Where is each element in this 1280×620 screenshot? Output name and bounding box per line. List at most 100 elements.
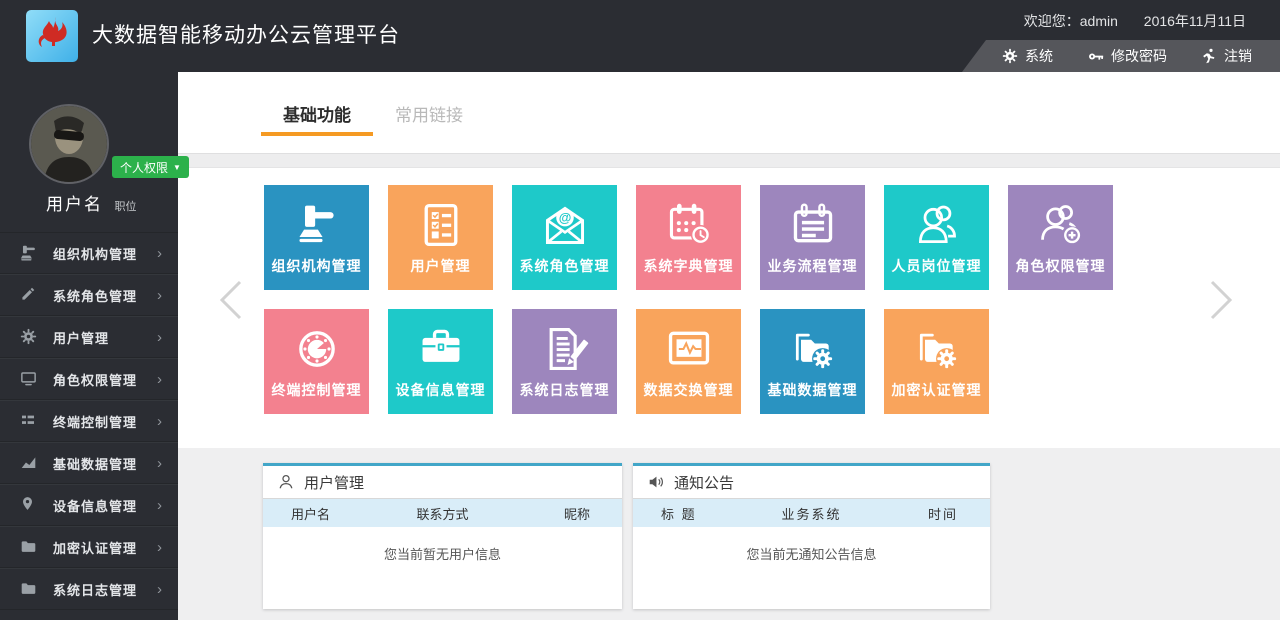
change-password-button[interactable]: 修改密码: [1087, 46, 1167, 66]
speaker-icon: [647, 473, 665, 491]
app-root: 大数据智能移动办公云管理平台 欢迎您：admin 2016年11月11日 系统修…: [0, 0, 1280, 620]
change-password-button-label: 修改密码: [1111, 46, 1167, 66]
sidebar-item-terminal-control[interactable]: 终端控制管理›: [0, 400, 178, 442]
column-header: 业务系统: [752, 504, 871, 523]
tile-folder-gear-icon: [789, 318, 837, 380]
gear-icon: [20, 328, 38, 346]
column-header: 用户名: [263, 504, 383, 523]
empty-message: 您当前暂无用户信息: [384, 544, 501, 609]
empty-message: 您当前无通知公告信息: [746, 544, 876, 609]
main-content: 基础功能 常用链接 组织机构管理 用户管理 @系统角色管理系统字典管理业务流程管理人员…: [178, 72, 1280, 620]
logout-run-icon: [1201, 48, 1217, 64]
key-icon: [1087, 48, 1104, 65]
column-header: 标 题: [633, 504, 752, 523]
tile-encryption-auth[interactable]: 加密认证管理: [884, 309, 989, 414]
welcome-text: 欢迎您：admin 2016年11月11日: [1024, 11, 1246, 31]
tile-system-role[interactable]: @系统角色管理: [512, 185, 617, 290]
grid-icon: [20, 412, 38, 430]
tile-label: 基础数据管理: [768, 380, 858, 400]
system-button[interactable]: 系统: [1002, 46, 1053, 66]
notices-empty-state: 您当前无通知公告信息: [633, 527, 990, 609]
chevron-right-icon: ›: [157, 540, 162, 555]
permission-badge[interactable]: 个人权限 ▼: [112, 156, 189, 178]
chevron-right-icon: ›: [157, 246, 162, 261]
tile-label: 组织机构管理: [272, 256, 362, 276]
gavel-icon: [20, 244, 38, 262]
tile-label: 角色权限管理: [1016, 256, 1106, 276]
sidebar-item-org-management[interactable]: 组织机构管理 ›: [0, 232, 178, 274]
tile-business-flow[interactable]: 业务流程管理: [760, 185, 865, 290]
tile-folder-gear-icon: [913, 318, 961, 380]
tile-label: 用户管理: [411, 256, 471, 276]
tile-doc-pen-icon: [541, 318, 589, 380]
header-toolbar: 系统 修改密码 注销: [962, 40, 1280, 72]
tile-people-plus-icon: [1037, 194, 1085, 256]
gear-icon: [1002, 48, 1018, 64]
sidebar-item-user-management[interactable]: 用户管理›: [0, 316, 178, 358]
sidebar-item-label: 基础数据管理: [53, 454, 137, 473]
tile-checklist-icon: [417, 194, 465, 256]
sidebar-item-system-log[interactable]: 系统日志管理›: [0, 568, 178, 610]
user-name: 用户名: [46, 195, 103, 214]
tile-calendar-clock-icon: [665, 194, 713, 256]
sidebar-item-base-data[interactable]: 基础数据管理›: [0, 442, 178, 484]
tile-device-info[interactable]: 设备信息管理: [388, 309, 493, 414]
sidebar-item-system-role-management[interactable]: 系统角色管理 ›: [0, 274, 178, 316]
users-table-header: 用户名联系方式昵称: [263, 499, 622, 527]
sidebar-item-label: 用户管理: [53, 328, 109, 347]
column-header: 昵称: [502, 504, 622, 523]
sidebar-item-label: 加密认证管理: [53, 538, 137, 557]
folder-icon: [20, 538, 38, 556]
sidebar-item-label: 角色权限管理: [53, 370, 137, 389]
tile-gauge-icon: [293, 318, 341, 380]
header: 大数据智能移动办公云管理平台 欢迎您：admin 2016年11月11日 系统修…: [0, 0, 1280, 72]
system-button-label: 系统: [1025, 46, 1053, 66]
tab-common-links[interactable]: 常用链接: [395, 101, 463, 126]
current-date: 2016年11月11日: [1144, 13, 1246, 29]
tile-briefcase-icon: [417, 318, 465, 380]
panel-title-text: 通知公告: [674, 472, 734, 493]
sidebar-item-label: 组织机构管理: [53, 244, 137, 263]
column-header: 时间: [871, 504, 990, 523]
sidebar-item-label: 设备信息管理: [53, 496, 137, 515]
sidebar-item-device-info[interactable]: 设备信息管理›: [0, 484, 178, 526]
username: admin: [1080, 13, 1118, 29]
sidebar-item-encryption-auth[interactable]: 加密认证管理 ›: [0, 526, 178, 568]
tile-org-management[interactable]: 组织机构管理: [264, 185, 369, 290]
monitor-icon: [20, 370, 38, 388]
tile-data-exchange[interactable]: 数据交换管理: [636, 309, 741, 414]
user-info: 用户名 职位: [46, 190, 136, 215]
divider: [178, 153, 1280, 168]
sidebar-item-label: 系统角色管理: [53, 286, 137, 305]
user-title: 职位: [114, 201, 136, 213]
tile-personnel-post[interactable]: 人员岗位管理: [884, 185, 989, 290]
logout-button[interactable]: 注销: [1201, 46, 1252, 66]
svg-text:@: @: [558, 210, 571, 225]
tile-label: 设备信息管理: [396, 380, 486, 400]
sidebar-item-role-permission[interactable]: 角色权限管理›: [0, 358, 178, 400]
sidebar-item-label: 终端控制管理: [53, 412, 137, 431]
users-empty-state: 您当前暂无用户信息: [263, 527, 622, 609]
pin-icon: [20, 496, 38, 514]
chevron-right-icon: ›: [157, 288, 162, 303]
tab-basic-functions[interactable]: 基础功能: [283, 101, 351, 126]
chevron-down-icon: ▼: [173, 163, 181, 172]
avatar: [31, 106, 107, 182]
notices-panel: 通知公告标 题业务系统时间您当前无通知公告信息: [633, 463, 990, 609]
tile-system-dict[interactable]: 系统字典管理: [636, 185, 741, 290]
tile-gavel-icon: [293, 194, 341, 256]
carousel-next-button[interactable]: [1204, 278, 1238, 322]
pencil-icon: [20, 286, 38, 304]
tile-label: 终端控制管理: [272, 380, 362, 400]
tile-user-management[interactable]: 用户管理: [388, 185, 493, 290]
chevron-right-icon: ›: [157, 582, 162, 597]
tabbar: 基础功能 常用链接: [178, 72, 1280, 153]
sidebar-menu: 组织机构管理›系统角色管理›用户管理›角色权限管理›终端控制管理›基础数据管理›…: [0, 232, 178, 610]
tile-system-log[interactable]: 系统日志管理: [512, 309, 617, 414]
tile-base-data[interactable]: 基础数据管理: [760, 309, 865, 414]
carousel-prev-button[interactable]: [214, 278, 248, 322]
tile-role-permission[interactable]: 角色权限管理: [1008, 185, 1113, 290]
tile-label: 人员岗位管理: [892, 256, 982, 276]
tile-terminal-control[interactable]: 终端控制管理: [264, 309, 369, 414]
folder-icon: [20, 580, 38, 598]
